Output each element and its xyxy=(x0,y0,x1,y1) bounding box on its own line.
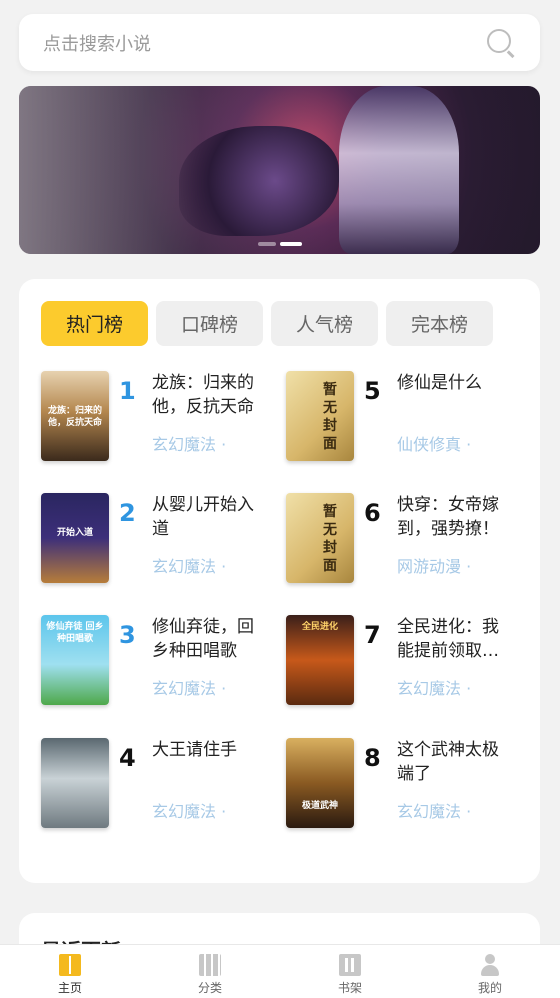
book-cover[interactable]: 极道武神 xyxy=(286,738,354,828)
book-cover[interactable]: 开始入道 xyxy=(41,493,109,583)
nav-bookshelf[interactable]: 书架 xyxy=(280,945,420,998)
rank-number: 8 xyxy=(364,744,381,772)
search-placeholder: 点击搜索小说 xyxy=(43,33,151,55)
rank-number: 4 xyxy=(119,744,136,772)
book-genre: 仙侠修真 · xyxy=(397,435,472,454)
nav-label: 主页 xyxy=(57,981,82,995)
book-genre: 玄幻魔法 · xyxy=(397,679,472,698)
rank-item[interactable]: 暂无封面 6 快穿：女帝嫁到，强势撩！ 网游动漫 · xyxy=(286,493,526,593)
book-genre: 玄幻魔法 · xyxy=(152,435,227,454)
nav-profile[interactable]: 我的 xyxy=(420,945,560,998)
nav-label: 我的 xyxy=(477,981,502,995)
book-genre: 玄幻魔法 · xyxy=(152,679,227,698)
rank-item[interactable]: 极道武神 8 这个武神太极端了 玄幻魔法 · xyxy=(286,738,526,838)
books-icon xyxy=(199,954,221,976)
carousel-indicator xyxy=(258,242,302,246)
book-title[interactable]: 快穿：女帝嫁到，强势撩！ xyxy=(397,493,515,541)
shelf-icon xyxy=(339,954,361,976)
search-bar[interactable]: 点击搜索小说 xyxy=(19,14,540,71)
book-cover[interactable]: 全民进化 xyxy=(286,615,354,705)
book-genre: 玄幻魔法 · xyxy=(152,802,227,821)
user-icon xyxy=(479,954,501,976)
banner-dragon-art xyxy=(179,126,339,236)
tab-hot[interactable]: 热门榜 xyxy=(41,301,148,346)
rank-number: 3 xyxy=(119,621,136,649)
nav-home[interactable]: 主页 xyxy=(0,945,140,998)
nav-category[interactable]: 分类 xyxy=(140,945,280,998)
book-cover[interactable]: 暂无封面 xyxy=(286,371,354,461)
book-cover[interactable]: 龙族：归来的他，反抗天命 xyxy=(41,371,109,461)
book-cover[interactable] xyxy=(41,738,109,828)
book-cover[interactable]: 修仙弃徒 回乡种田唱歌 xyxy=(41,615,109,705)
banner-carousel[interactable] xyxy=(19,86,540,254)
tab-completed[interactable]: 完本榜 xyxy=(386,301,493,346)
book-cover[interactable]: 暂无封面 xyxy=(286,493,354,583)
carousel-dot xyxy=(258,242,276,246)
book-open-icon xyxy=(59,954,81,976)
ranking-tabs: 热门榜 口碑榜 人气榜 完本榜 xyxy=(41,301,493,346)
ranking-card: 热门榜 口碑榜 人气榜 完本榜 龙族：归来的他，反抗天命 1 龙族：归来的他，反… xyxy=(19,279,540,883)
rank-item[interactable]: 暂无封面 5 修仙是什么 仙侠修真 · xyxy=(286,371,526,471)
book-title[interactable]: 修仙是什么 xyxy=(397,371,515,395)
rank-item[interactable]: 全民进化 7 全民进化：我能提前领取… 玄幻魔法 · xyxy=(286,615,526,715)
book-genre: 玄幻魔法 · xyxy=(152,557,227,576)
rank-item[interactable]: 4 大王请住手 玄幻魔法 · xyxy=(41,738,281,838)
book-title[interactable]: 这个武神太极端了 xyxy=(397,738,515,786)
tab-popularity[interactable]: 人气榜 xyxy=(271,301,378,346)
nav-label: 书架 xyxy=(337,981,362,995)
banner-hero-art xyxy=(339,86,459,254)
search-icon[interactable] xyxy=(486,28,516,58)
rank-number: 7 xyxy=(364,621,381,649)
rank-number: 2 xyxy=(119,499,136,527)
book-genre: 网游动漫 · xyxy=(397,557,472,576)
nav-label: 分类 xyxy=(197,981,222,995)
rank-number: 6 xyxy=(364,499,381,527)
rank-item[interactable]: 修仙弃徒 回乡种田唱歌 3 修仙弃徒，回乡种田唱歌 玄幻魔法 · xyxy=(41,615,281,715)
book-title[interactable]: 从婴儿开始入道 xyxy=(152,493,270,541)
tab-reputation[interactable]: 口碑榜 xyxy=(156,301,263,346)
book-title[interactable]: 全民进化：我能提前领取… xyxy=(397,615,515,663)
bottom-nav: 主页 分类 书架 我的 xyxy=(0,944,560,998)
carousel-dot-active xyxy=(280,242,302,246)
book-genre: 玄幻魔法 · xyxy=(397,802,472,821)
rank-item[interactable]: 开始入道 2 从婴儿开始入道 玄幻魔法 · xyxy=(41,493,281,593)
book-title[interactable]: 龙族：归来的他，反抗天命 xyxy=(152,371,270,419)
book-title[interactable]: 大王请住手 xyxy=(152,738,270,762)
rank-number: 5 xyxy=(364,377,381,405)
book-title[interactable]: 修仙弃徒，回乡种田唱歌 xyxy=(152,615,270,663)
rank-item[interactable]: 龙族：归来的他，反抗天命 1 龙族：归来的他，反抗天命 玄幻魔法 · xyxy=(41,371,281,471)
rank-number: 1 xyxy=(119,377,136,405)
